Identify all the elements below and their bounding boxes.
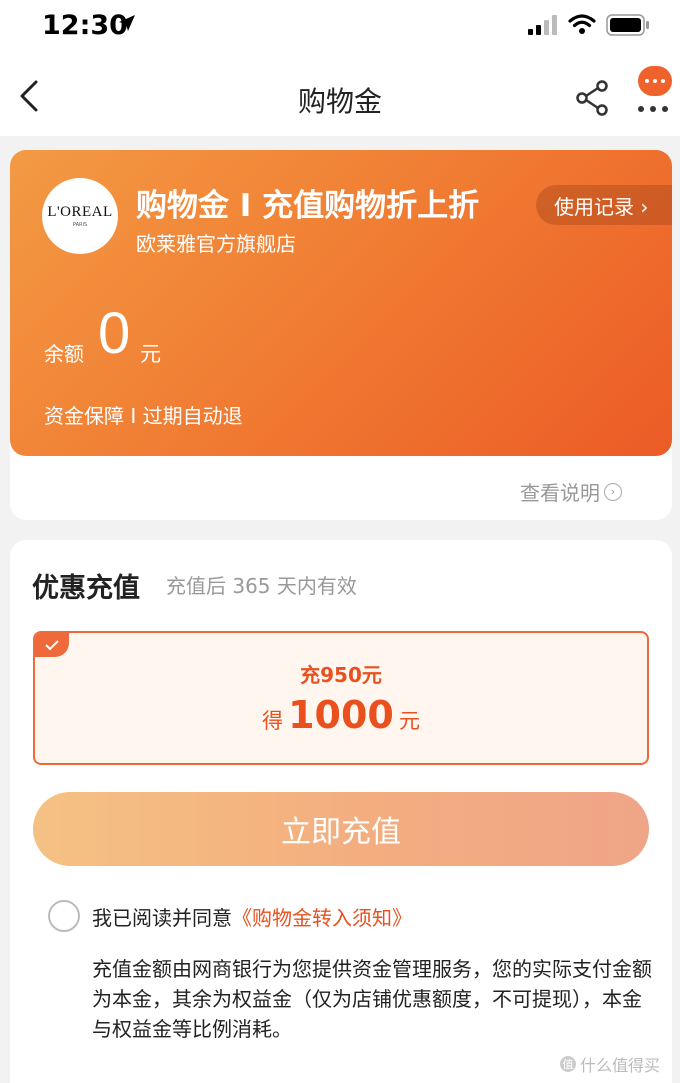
store-name: 欧莱雅官方旗舰店: [136, 232, 296, 256]
message-badge: [638, 66, 672, 96]
recharge-section: 优惠充值 充值后 365 天内有效 充950元 得 1000 元 立即充值 我已…: [10, 540, 672, 1083]
card-title: 购物金 I 充值购物折上折: [136, 188, 480, 224]
watermark-icon: 值: [560, 1056, 576, 1072]
watermark: 值 什么值得买: [560, 1052, 660, 1076]
circle-chevron-icon: ›: [604, 482, 622, 501]
battery-icon: [606, 14, 649, 36]
more-icon[interactable]: [630, 66, 674, 122]
section-title: 优惠充值: [32, 573, 140, 604]
logo-text: L'OREAL: [47, 204, 113, 220]
logo-subtext: PARIS: [72, 222, 88, 228]
get-amount-row: 得 1000 元: [35, 693, 647, 737]
agreement-link[interactable]: 《购物金转入须知》: [232, 902, 412, 931]
wifi-icon: [568, 14, 596, 34]
agreement-row: 我已阅读并同意 《购物金转入须知》: [48, 900, 412, 932]
pay-amount: 充950元: [300, 663, 382, 687]
agree-checkbox[interactable]: [48, 900, 80, 932]
get-amount: 1000: [288, 693, 394, 737]
agree-text: 我已阅读并同意: [92, 905, 232, 930]
location-arrow-icon: [119, 15, 135, 31]
get-prefix: 得: [262, 709, 284, 733]
signal-icon: [528, 15, 557, 35]
recharge-option[interactable]: 充950元 得 1000 元: [33, 631, 649, 765]
brand-logo: L'OREAL PARIS: [42, 178, 118, 254]
explain-link[interactable]: 查看说明 ›: [520, 477, 622, 506]
notice-text: 充值金额由网商银行为您提供资金管理服务，您的实际支付金额为本金，其余为权益金（仅…: [92, 957, 652, 1041]
balance-unit: 元: [140, 342, 161, 366]
watermark-text: 什么值得买: [580, 1056, 661, 1075]
recharge-now-button[interactable]: 立即充值: [33, 792, 649, 866]
balance-label: 余额: [44, 342, 84, 366]
balance-card-container: L'OREAL PARIS 购物金 I 充值购物折上折 欧莱雅官方旗舰店 使用记…: [10, 150, 672, 520]
get-unit: 元: [398, 709, 420, 733]
status-time: 12:30: [42, 10, 128, 41]
check-icon: [45, 640, 59, 651]
usage-records-button[interactable]: 使用记录 ›: [536, 185, 672, 225]
balance-card: L'OREAL PARIS 购物金 I 充值购物折上折 欧莱雅官方旗舰店 使用记…: [10, 150, 672, 456]
balance-value: 0: [98, 301, 131, 366]
selected-check: [35, 633, 69, 657]
validity-text: 充值后 365 天内有效: [166, 574, 357, 598]
share-icon[interactable]: [574, 80, 612, 116]
status-bar: 12:30: [0, 0, 680, 56]
explain-label: 查看说明: [520, 481, 600, 505]
guarantee-text: 资金保障 I 过期自动退: [44, 404, 243, 428]
more-dots: [638, 106, 668, 112]
nav-bar: 购物金: [0, 56, 680, 136]
